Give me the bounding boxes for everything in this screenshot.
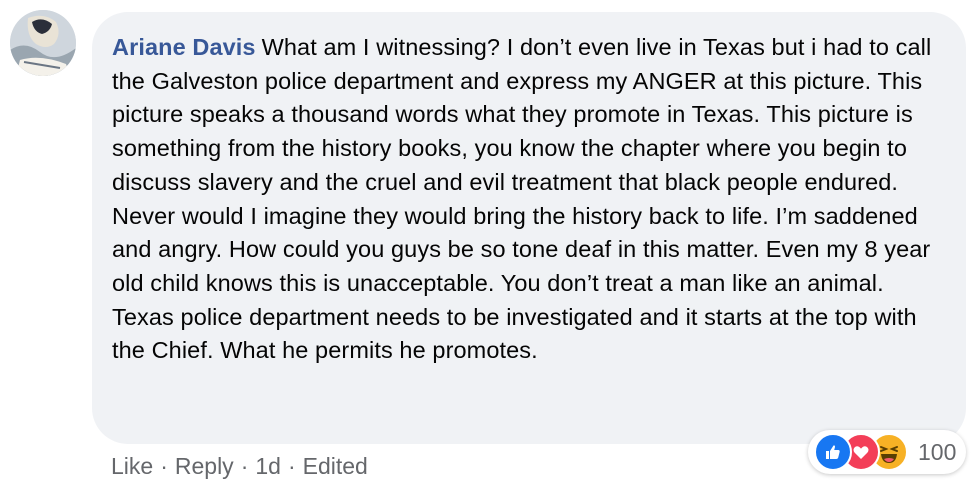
like-button[interactable]: Like [111,453,153,480]
timestamp-link[interactable]: 1d [255,453,281,480]
reply-button[interactable]: Reply [175,453,234,480]
reactions-summary[interactable]: 100 [808,430,966,474]
comment-actions: Like · Reply · 1d · Edited [111,453,368,480]
separator: · [160,453,168,479]
comment-author-link[interactable]: Ariane Davis [112,34,256,60]
comment-bubble: Ariane Davis What am I witnessing? I don’… [92,12,966,444]
separator: · [240,453,249,479]
edited-label[interactable]: Edited [303,453,368,480]
avatar-image [10,10,76,76]
reaction-count: 100 [918,438,957,465]
separator: · [287,453,296,479]
like-icon [814,433,852,471]
comment-body: What am I witnessing? I don’t even live … [112,34,932,364]
comment-text-block: Ariane Davis What am I witnessing? I don’… [112,31,946,368]
avatar[interactable] [10,10,76,76]
